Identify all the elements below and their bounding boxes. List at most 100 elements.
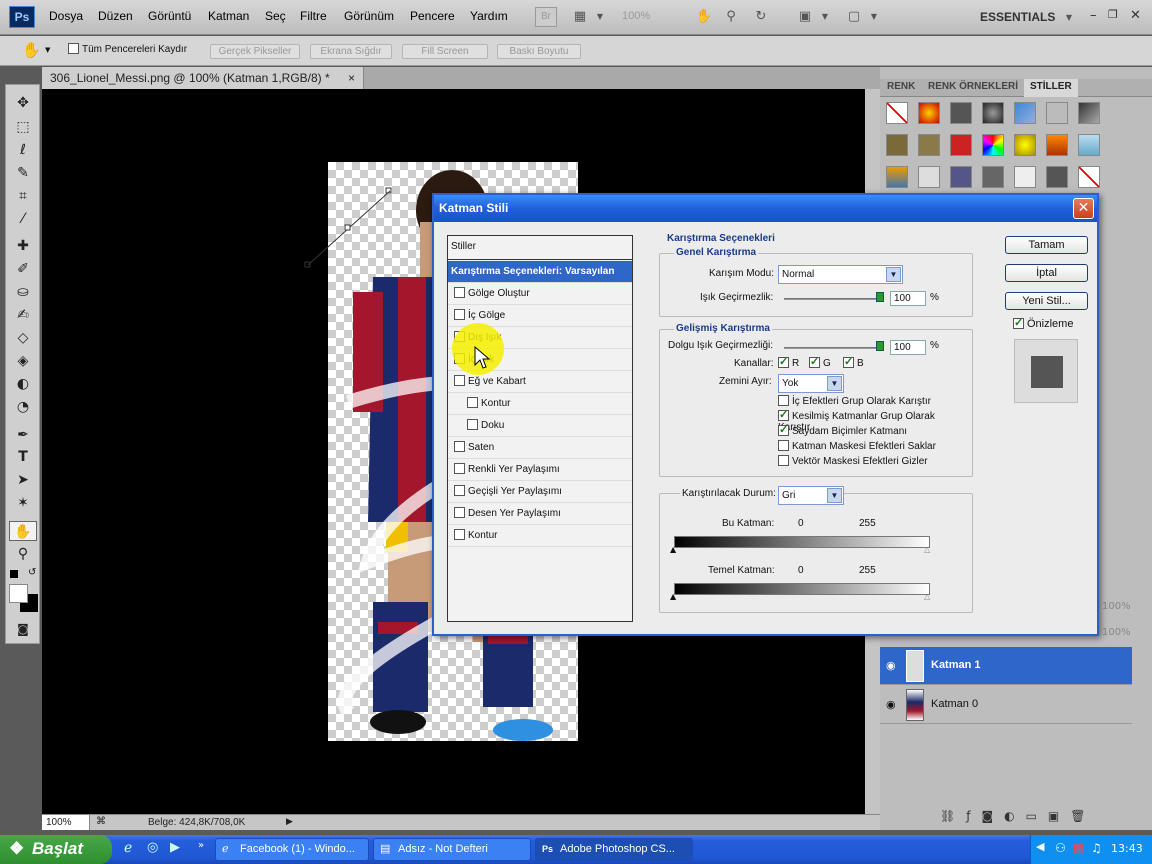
menu-window[interactable]: Pencere (410, 9, 455, 23)
move-tool-icon[interactable]: ✥ (9, 93, 37, 113)
menu-help[interactable]: Yardım (470, 9, 508, 23)
task-notepad[interactable]: ▤ Adsız - Not Defteri (373, 838, 531, 861)
layer-actions[interactable]: ⛓ƒ◙◐▭▣🗑 (940, 809, 1096, 823)
effect-item[interactable]: Doku (448, 415, 632, 437)
rotate-view-icon[interactable]: ↻ (752, 9, 770, 25)
fill-field[interactable]: 100% (1102, 627, 1131, 638)
blend-options-default[interactable]: Karıştırma Seçenekleri: Varsayılan (448, 261, 632, 283)
menu-file[interactable]: Dosya (49, 9, 83, 23)
pen-tool-icon[interactable]: ✒ (9, 425, 37, 445)
option-row[interactable]: İç Efektleri Grup Olarak Karıştır (778, 395, 968, 411)
preview-checkbox[interactable]: Önizleme (1013, 316, 1073, 330)
blur-tool-icon[interactable]: ◐ (9, 374, 37, 394)
slider-white-icon[interactable]: △ (924, 592, 930, 601)
blend-mode-select[interactable]: Normal ▼ (778, 265, 903, 284)
eye-icon[interactable]: ◉ (886, 659, 896, 672)
restore-icon[interactable]: ❐ (1108, 8, 1118, 21)
history-brush-tool-icon[interactable]: ✍ (9, 305, 37, 325)
brush-tool-icon[interactable]: ✐ (9, 259, 37, 279)
security-icon[interactable]: ▦ (1073, 841, 1084, 855)
minimize-icon[interactable]: – (1090, 8, 1097, 23)
close-icon[interactable]: ✕ (1130, 8, 1141, 23)
network-icon[interactable]: ⚇ (1055, 841, 1066, 855)
menu-edit[interactable]: Düzen (98, 9, 133, 23)
menu-view[interactable]: Görünüm (344, 9, 394, 23)
knockout-select[interactable]: Yok ▼ (778, 374, 844, 393)
zoom-tool-icon[interactable]: ⚲ (9, 544, 37, 564)
bridge-button[interactable]: Br (535, 7, 557, 27)
fit-screen-button[interactable]: Ekrana Sığdır (310, 44, 392, 59)
menu-select[interactable]: Seç (265, 9, 286, 23)
crop-tool-icon[interactable]: ⌗ (9, 186, 37, 206)
effect-item[interactable]: Kontur (448, 393, 632, 415)
effect-item[interactable]: Kontur (448, 525, 632, 547)
opacity-slider-thumb[interactable] (876, 292, 884, 302)
info-icon[interactable]: ⌘ (96, 816, 106, 827)
swap-colors-icon[interactable]: ↺ (28, 567, 36, 578)
channel-b-checkbox[interactable]: B (843, 355, 864, 369)
marquee-tool-icon[interactable]: ⬚ (9, 117, 37, 137)
chevron-down-icon[interactable]: ▼ (816, 9, 834, 25)
chevron-down-icon[interactable]: ▼ (45, 46, 50, 54)
fill-screen-button[interactable]: Fill Screen (402, 44, 488, 59)
style-swatch[interactable] (1014, 102, 1036, 124)
option-row[interactable]: Katman Maskesi Efektleri Saklar (778, 440, 968, 456)
ok-button[interactable]: Tamam (1005, 236, 1088, 254)
effect-item[interactable]: Saten (448, 437, 632, 459)
clone-stamp-tool-icon[interactable]: ⛀ (9, 282, 37, 302)
style-swatch[interactable] (950, 134, 972, 156)
this-layer-gradient[interactable] (674, 536, 930, 548)
close-icon[interactable]: ✕ (1073, 198, 1094, 219)
menu-filter[interactable]: Filtre (300, 9, 327, 23)
shape-tool-icon[interactable]: ✶ (9, 493, 37, 513)
slider-black-icon[interactable]: ▲ (670, 592, 676, 601)
style-swatch[interactable] (982, 102, 1004, 124)
slider-black-icon[interactable]: ▲ (670, 545, 676, 554)
media-player-icon[interactable]: ▶ (170, 840, 180, 855)
close-icon[interactable]: × (348, 67, 355, 89)
volume-icon[interactable]: ♫ (1091, 841, 1102, 855)
option-row[interactable]: Kesilmiş Katmanlar Grup Olarak Karıştır (778, 408, 968, 433)
tab-swatches[interactable]: RENK ÖRNEKLERİ (928, 81, 1018, 92)
cancel-button[interactable]: İptal (1005, 264, 1088, 282)
zoom-icon[interactable]: ⚲ (722, 9, 740, 25)
chevron-down-icon[interactable]: ▼ (865, 9, 883, 25)
channel-r-checkbox[interactable]: R (778, 355, 799, 369)
style-swatch[interactable] (918, 102, 940, 124)
effect-item[interactable]: Desen Yer Paylaşımı (448, 503, 632, 525)
lasso-tool-icon[interactable]: ℓ (9, 140, 37, 160)
style-swatch[interactable] (1046, 102, 1068, 124)
fill-opacity-slider-thumb[interactable] (876, 341, 884, 351)
fill-opacity-slider[interactable] (784, 347, 879, 349)
browser-icon[interactable]: ◎ (147, 840, 158, 855)
healing-brush-tool-icon[interactable]: ✚ (9, 236, 37, 256)
effect-item[interactable]: Renkli Yer Paylaşımı (448, 459, 632, 481)
opacity-slider[interactable] (784, 298, 879, 300)
foreground-color-swatch[interactable] (9, 584, 28, 603)
style-swatch[interactable] (1014, 166, 1036, 188)
play-icon[interactable]: ▶ (286, 816, 293, 827)
slider-white-icon[interactable]: △ (924, 545, 930, 554)
layer-row[interactable]: ◉ Katman 0 (880, 686, 1132, 724)
tab-color[interactable]: RENK (887, 81, 915, 92)
style-swatch[interactable] (1046, 134, 1068, 156)
eye-icon[interactable]: ◉ (886, 698, 896, 711)
zoom-level-field[interactable]: 100% (622, 10, 650, 22)
blend-if-select[interactable]: Gri ▼ (778, 486, 844, 505)
style-swatch[interactable] (1078, 134, 1100, 156)
task-photoshop[interactable]: Ps Adobe Photoshop CS... (535, 838, 693, 861)
hand-tool-icon[interactable]: ✋ (22, 41, 41, 59)
tab-styles[interactable]: STİLLER (1024, 79, 1078, 97)
channel-g-checkbox[interactable]: G (809, 355, 831, 369)
menu-layer[interactable]: Katman (208, 9, 249, 23)
task-facebook[interactable]: ℯ Facebook (1) - Windo... (215, 838, 369, 861)
actual-pixels-button[interactable]: Gerçek Pikseller (210, 44, 300, 59)
eraser-tool-icon[interactable]: ◇ (9, 328, 37, 348)
style-swatch[interactable] (982, 134, 1004, 156)
hand-tool-icon[interactable]: ✋ (9, 521, 37, 541)
styles-header[interactable]: Stiller (448, 236, 632, 260)
option-row[interactable]: Saydam Biçimler Katmanı (778, 423, 968, 441)
fill-opacity-input[interactable]: 100 (890, 340, 926, 355)
workspace-switcher[interactable]: ESSENTIALS (980, 10, 1055, 24)
opacity-input[interactable]: 100 (890, 291, 926, 306)
